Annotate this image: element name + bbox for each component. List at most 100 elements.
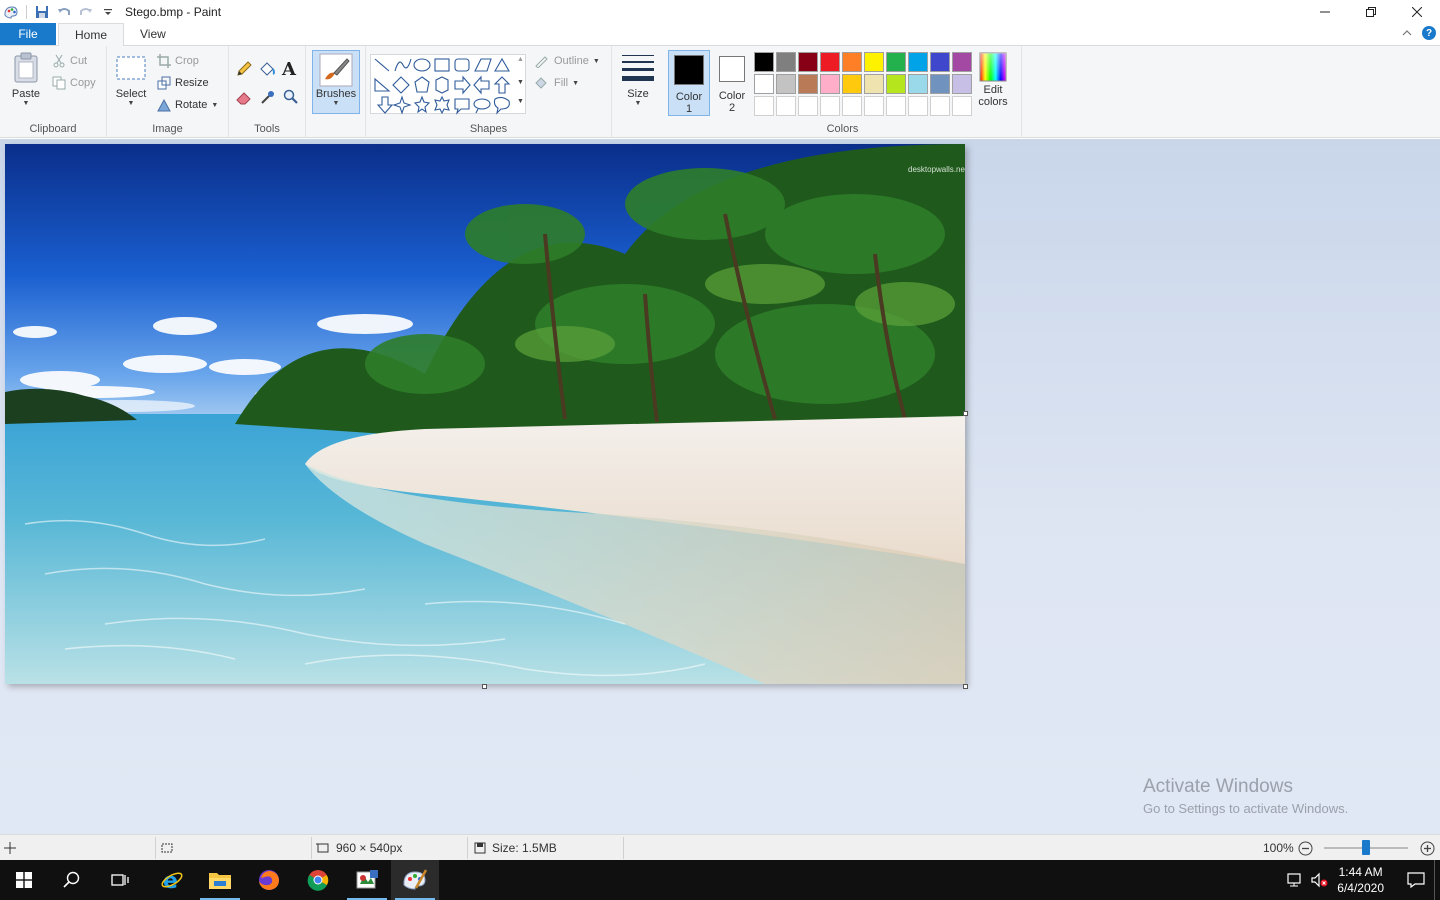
taskbar-internet-explorer[interactable]: e <box>148 860 196 900</box>
palette-swatch[interactable] <box>886 52 906 72</box>
palette-custom-slot[interactable] <box>754 96 774 116</box>
color1-number: 1 <box>685 103 693 115</box>
show-desktop-button[interactable] <box>1434 860 1440 900</box>
tab-view[interactable]: View <box>124 23 182 45</box>
palette-custom-slot[interactable] <box>842 96 862 116</box>
action-center-icon[interactable] <box>1398 872 1434 888</box>
palette-custom-slot[interactable] <box>930 96 950 116</box>
shapes-gallery[interactable] <box>370 54 526 115</box>
search-button[interactable] <box>48 860 96 900</box>
palette-swatch[interactable] <box>908 74 928 94</box>
palette-custom-slot[interactable] <box>798 96 818 116</box>
palette-swatch[interactable] <box>930 74 950 94</box>
palette-swatch[interactable] <box>952 74 972 94</box>
palette-swatch[interactable] <box>820 74 840 94</box>
rotate-button[interactable]: Rotate ▼ <box>157 96 218 114</box>
palette-custom-slot[interactable] <box>908 96 928 116</box>
zoom-in-button[interactable] <box>1420 835 1435 861</box>
crop-label: Crop <box>175 55 199 67</box>
color2-button[interactable]: Color 2 <box>712 50 752 116</box>
fill-tool[interactable] <box>258 60 276 81</box>
ribbon-tabs: File Home View ? <box>0 23 1440 46</box>
paste-icon <box>14 52 38 83</box>
zoom-slider[interactable] <box>1322 835 1410 861</box>
taskbar-file-explorer[interactable] <box>196 860 244 900</box>
eraser-tool[interactable] <box>235 88 253 109</box>
palette-swatch[interactable] <box>754 74 774 94</box>
paint-app-icon[interactable] <box>2 3 20 21</box>
palette-swatch[interactable] <box>952 52 972 72</box>
palette-swatch[interactable] <box>886 74 906 94</box>
color2-number: 2 <box>728 102 736 114</box>
start-button[interactable] <box>0 860 48 900</box>
palette-swatch[interactable] <box>776 74 796 94</box>
network-status-icon[interactable] <box>1283 872 1307 888</box>
magnifier-tool[interactable] <box>282 88 300 109</box>
zoom-slider-thumb[interactable] <box>1362 840 1370 855</box>
tools-group-label: Tools <box>254 123 280 135</box>
outline-button[interactable]: Outline ▼ <box>534 52 600 70</box>
beach-image: desktopwalls.net <box>5 144 965 684</box>
cut-button[interactable]: Cut <box>52 52 87 70</box>
taskbar-firefox[interactable] <box>245 860 293 900</box>
crop-button[interactable]: Crop <box>157 52 199 70</box>
paste-button[interactable]: Paste ▼ <box>6 52 46 107</box>
edit-colors-button[interactable]: Edit colors <box>975 52 1011 108</box>
palette-swatch[interactable] <box>820 52 840 72</box>
zoom-out-button[interactable] <box>1298 835 1313 861</box>
color-picker-tool[interactable] <box>259 88 277 109</box>
size-button[interactable]: Size ▼ <box>618 52 658 107</box>
palette-swatch[interactable] <box>798 52 818 72</box>
palette-swatch[interactable] <box>930 52 950 72</box>
palette-custom-slot[interactable] <box>886 96 906 116</box>
help-icon[interactable]: ? <box>1422 26 1436 40</box>
image-canvas[interactable]: desktopwalls.net <box>5 144 965 684</box>
select-button[interactable]: Select ▼ <box>113 54 149 107</box>
shapes-expand-icon[interactable]: ▼ <box>517 98 524 105</box>
taskbar-stego-tool[interactable] <box>343 860 391 900</box>
copy-button[interactable]: Copy <box>52 74 96 92</box>
taskbar-chrome[interactable] <box>294 860 342 900</box>
save-icon[interactable] <box>33 3 51 21</box>
redo-icon[interactable] <box>77 3 95 21</box>
palette-swatch[interactable] <box>754 52 774 72</box>
fill-button[interactable]: Fill ▼ <box>534 74 579 92</box>
resize-handle-bottom[interactable] <box>482 684 487 689</box>
pencil-tool[interactable] <box>235 60 253 81</box>
shapes-scroll-up-icon[interactable]: ▲ <box>517 56 524 63</box>
palette-swatch[interactable] <box>842 74 862 94</box>
palette-swatch[interactable] <box>864 52 884 72</box>
resize-handle-corner[interactable] <box>963 684 968 689</box>
taskbar-paint[interactable] <box>391 860 439 900</box>
volume-muted-icon[interactable] <box>1307 872 1331 888</box>
palette-custom-slot[interactable] <box>864 96 884 116</box>
restore-button[interactable] <box>1348 0 1394 24</box>
status-divider <box>623 837 624 859</box>
shapes-scroll-down-icon[interactable]: ▼ <box>517 79 524 86</box>
palette-swatch[interactable] <box>842 52 862 72</box>
palette-swatch[interactable] <box>908 52 928 72</box>
palette-custom-slot[interactable] <box>820 96 840 116</box>
palette-swatch[interactable] <box>864 74 884 94</box>
tab-file[interactable]: File <box>0 23 56 45</box>
undo-icon[interactable] <box>55 3 73 21</box>
brushes-button[interactable]: Brushes ▼ <box>312 50 360 114</box>
select-rectangle-icon <box>116 56 146 80</box>
color1-button[interactable]: Color 1 <box>668 50 710 116</box>
palette-custom-slot[interactable] <box>776 96 796 116</box>
canvas-area[interactable]: desktopwalls.net Activate Windows Go to … <box>0 139 1440 834</box>
minimize-button[interactable] <box>1302 0 1348 24</box>
system-clock[interactable]: 1:44 AM 6/4/2020 <box>1337 864 1384 896</box>
close-button[interactable] <box>1394 0 1440 24</box>
tab-home[interactable]: Home <box>58 23 125 46</box>
minimize-ribbon-icon[interactable] <box>1402 26 1412 40</box>
palette-swatch[interactable] <box>798 74 818 94</box>
task-view-button[interactable] <box>96 860 144 900</box>
resize-handle-right[interactable] <box>963 411 968 416</box>
copy-icon <box>52 76 66 90</box>
palette-custom-slot[interactable] <box>952 96 972 116</box>
text-tool-icon[interactable]: A <box>282 59 296 80</box>
customize-qat-icon[interactable] <box>99 3 117 21</box>
palette-swatch[interactable] <box>776 52 796 72</box>
resize-button[interactable]: Resize <box>157 74 209 92</box>
